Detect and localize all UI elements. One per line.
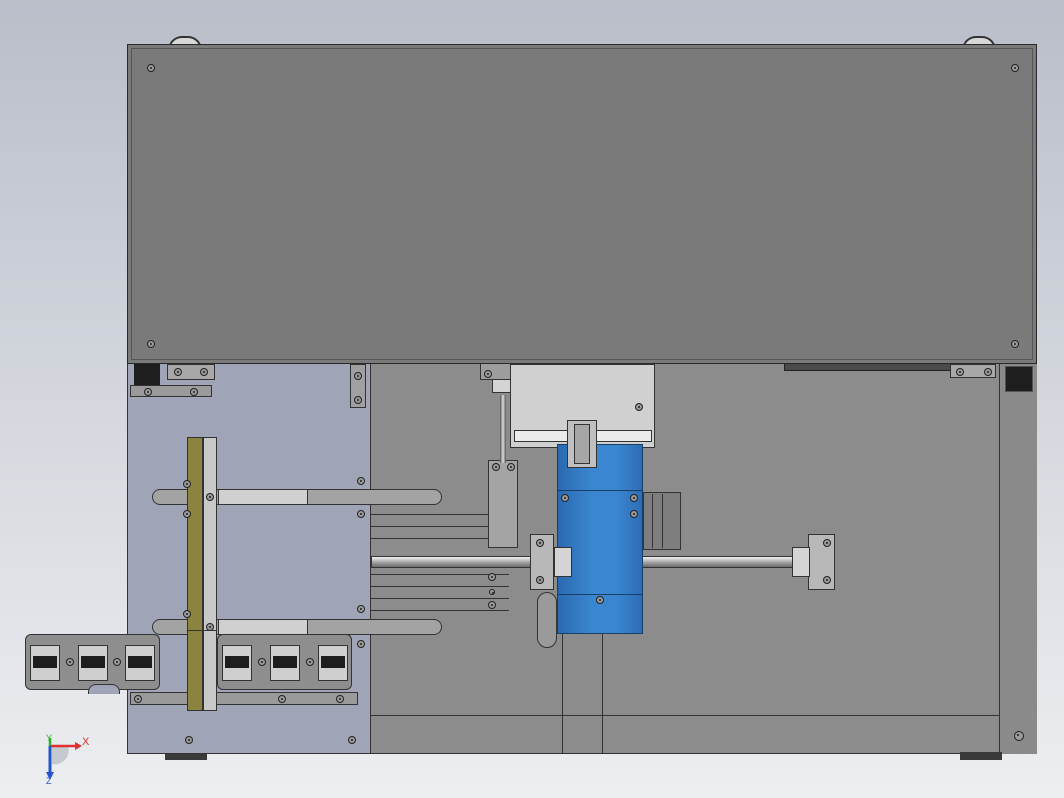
cover-screw-br bbox=[1011, 340, 1019, 348]
screw-bar-5 bbox=[183, 610, 191, 618]
screw-tmp-1 bbox=[484, 370, 492, 378]
triad-y-label: Y bbox=[46, 733, 53, 743]
gripper-jaw bbox=[321, 656, 345, 668]
guide-line-2 bbox=[371, 526, 489, 527]
right-frame-column bbox=[999, 362, 1037, 754]
screw-bar-3 bbox=[183, 480, 191, 488]
screw-sbr-1 bbox=[823, 539, 831, 547]
screw-motor-3 bbox=[596, 596, 604, 604]
foot-right bbox=[960, 752, 1002, 760]
screw-motor-4 bbox=[630, 510, 638, 518]
panel-screw-1 bbox=[357, 477, 365, 485]
screw-bracket-2 bbox=[200, 368, 208, 376]
right-dark-block bbox=[1005, 366, 1033, 392]
top-cover-inner bbox=[131, 48, 1033, 360]
gripper-unit bbox=[30, 645, 60, 681]
motor-band-1 bbox=[557, 490, 643, 491]
screw-gp-1 bbox=[66, 658, 74, 666]
panel-screw-4 bbox=[357, 640, 365, 648]
screw-angle-2 bbox=[190, 388, 198, 396]
screw-angle-1 bbox=[144, 388, 152, 396]
screw-sbl-1 bbox=[536, 539, 544, 547]
screw-vb-2 bbox=[354, 396, 362, 404]
screw-bar-1 bbox=[206, 493, 214, 501]
motor-band-2 bbox=[557, 594, 643, 595]
gripper-jaw bbox=[33, 656, 57, 668]
gripper-unit bbox=[125, 645, 155, 681]
screw-sbl-2 bbox=[536, 576, 544, 584]
lower-guide-rail bbox=[130, 692, 358, 705]
guide-line-7 bbox=[371, 610, 509, 611]
screw-motor-2 bbox=[630, 494, 638, 502]
slide-rail-lower-insert bbox=[218, 620, 308, 634]
screw-bracket-1 bbox=[174, 368, 182, 376]
screw-bar-4 bbox=[183, 510, 191, 518]
terminal-fin-1 bbox=[652, 494, 653, 548]
gripper-notch bbox=[88, 684, 120, 694]
screw-gl-2 bbox=[489, 589, 495, 595]
vertical-cylinder bbox=[488, 460, 518, 548]
screw-gl-3 bbox=[488, 601, 496, 609]
shaft-collar-left bbox=[554, 547, 572, 577]
guide-line-5 bbox=[371, 586, 509, 587]
triad-x-label: X bbox=[82, 736, 90, 748]
motor-coupler-inner bbox=[574, 424, 590, 464]
panel-screw-5 bbox=[348, 736, 356, 744]
screw-lgr-3 bbox=[336, 695, 344, 703]
cover-screw-tr bbox=[1011, 64, 1019, 72]
screw-rtb-2 bbox=[984, 368, 992, 376]
screw-mmb-1 bbox=[635, 403, 643, 411]
frame-post-a bbox=[562, 630, 563, 754]
screw-motor-1 bbox=[561, 494, 569, 502]
screw-gp-4 bbox=[306, 658, 314, 666]
gripper-jaw bbox=[81, 656, 105, 668]
triad-z-label: Z bbox=[46, 776, 52, 786]
panel-screw-3 bbox=[357, 605, 365, 613]
blue-motor-body bbox=[557, 444, 643, 634]
panel-screw-6 bbox=[185, 736, 193, 744]
slide-rail-upper-insert bbox=[218, 490, 308, 504]
screw-lgr-2 bbox=[278, 695, 286, 703]
cover-screw-tl bbox=[147, 64, 155, 72]
screw-gp-3 bbox=[258, 658, 266, 666]
guide-line-1 bbox=[371, 514, 489, 515]
gripper-jaw bbox=[273, 656, 297, 668]
screw-right-bottom bbox=[1014, 731, 1024, 741]
guide-line-3 bbox=[371, 538, 489, 539]
screw-vb-1 bbox=[354, 372, 362, 380]
panel-screw-2 bbox=[357, 510, 365, 518]
vertical-cylinder-rod bbox=[500, 395, 506, 463]
terminal-fin-2 bbox=[662, 494, 663, 548]
guide-line-6 bbox=[371, 598, 509, 599]
frame-bottom-rail bbox=[370, 715, 1000, 716]
gripper-unit bbox=[270, 645, 300, 681]
frame-post-b bbox=[602, 630, 603, 754]
screw-rtb-1 bbox=[956, 368, 964, 376]
gripper-jaw bbox=[225, 656, 249, 668]
left-angle-plate bbox=[130, 385, 212, 397]
cover-screw-bl bbox=[147, 340, 155, 348]
rounded-tab bbox=[537, 592, 557, 648]
light-vertical-bar-front bbox=[203, 630, 217, 711]
gripper-unit bbox=[78, 645, 108, 681]
screw-vc-1 bbox=[492, 463, 500, 471]
screw-lgr-1 bbox=[134, 695, 142, 703]
screw-sbr-2 bbox=[823, 576, 831, 584]
shaft-collar-right bbox=[792, 547, 810, 577]
triad-shadow bbox=[52, 746, 69, 765]
triad-x-arrow bbox=[75, 742, 82, 750]
screw-gl-1 bbox=[488, 573, 496, 581]
screw-gp-2 bbox=[113, 658, 121, 666]
gripper-unit bbox=[222, 645, 252, 681]
olive-vertical-bar-front bbox=[187, 630, 203, 711]
screw-vc-2 bbox=[507, 463, 515, 471]
gripper-jaw bbox=[128, 656, 152, 668]
gripper-unit bbox=[318, 645, 348, 681]
